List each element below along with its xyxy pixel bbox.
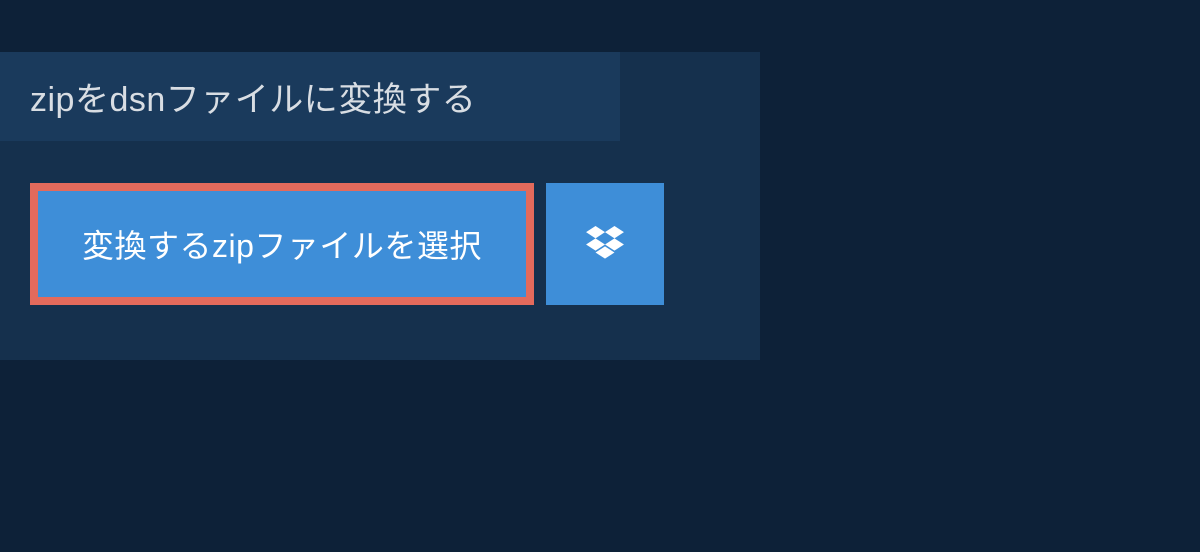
select-file-button[interactable]: 変換するzipファイルを選択 — [30, 183, 534, 305]
dropbox-icon — [586, 226, 624, 262]
title-bar: zipをdsnファイルに変換する — [0, 52, 620, 141]
button-row: 変換するzipファイルを選択 — [0, 141, 760, 305]
page-title: zipをdsnファイルに変換する — [30, 81, 476, 119]
dropbox-button[interactable] — [546, 183, 664, 305]
select-file-label: 変換するzipファイルを選択 — [82, 221, 482, 267]
converter-panel: zipをdsnファイルに変換する 変換するzipファイルを選択 — [0, 52, 760, 360]
